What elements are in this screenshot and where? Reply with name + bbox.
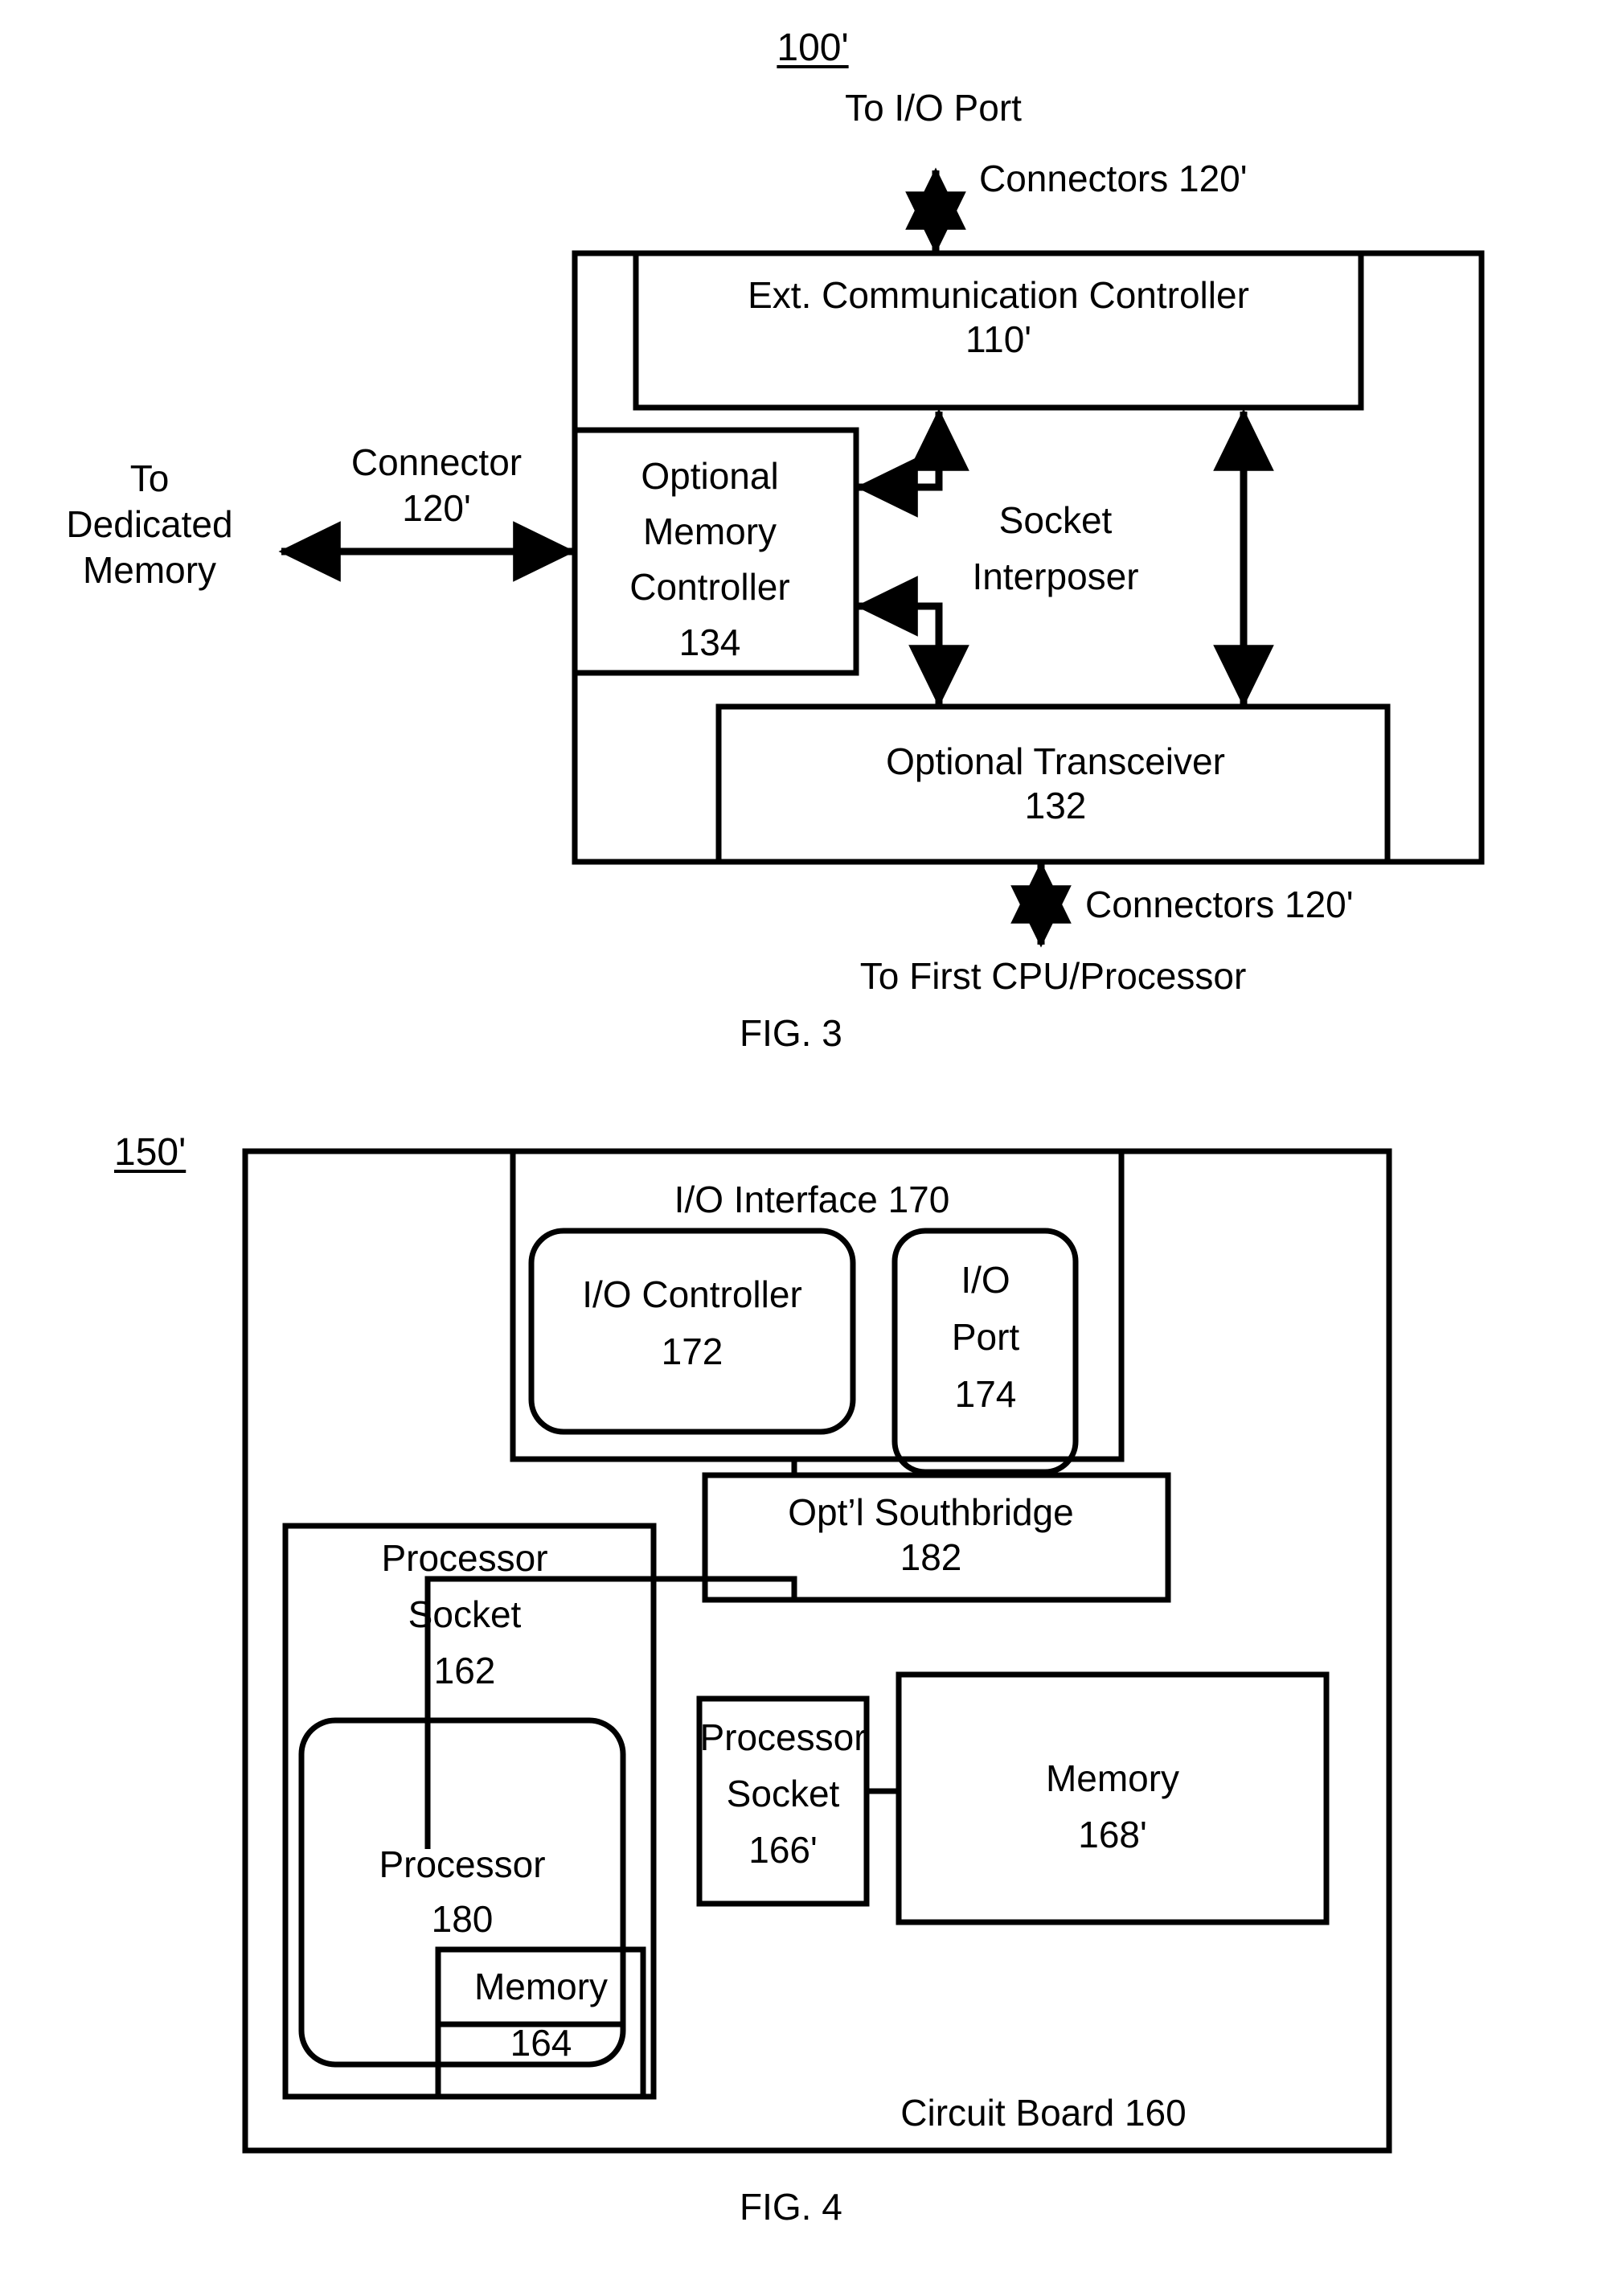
fig3-bottom-label: To First CPU/Processor: [859, 955, 1247, 997]
fig4-memory-164-label-line2: 164: [510, 2022, 572, 2064]
fig3-reference-numeral: 100': [777, 27, 849, 69]
fig4-southbridge-label-line2: 182: [900, 1536, 962, 1578]
fig4-io-port-label-line3: 174: [954, 1373, 1017, 1415]
fig4-memory-168-label-line2: 168': [1078, 1814, 1147, 1855]
fig4-southbridge-label-line1: Opt’l Southbridge: [788, 1491, 1074, 1533]
fig3-socket-interposer-label-line1: Socket: [998, 499, 1113, 541]
fig3-memory-controller-label-line4: 134: [678, 621, 741, 663]
fig4-processor-180-label-line2: 180: [431, 1898, 494, 1940]
fig4-caption: FIG. 4: [740, 2186, 842, 2228]
fig3-memory-controller-label-line1: Optional: [641, 455, 779, 497]
fig4-io-interface-label: I/O Interface 170: [674, 1179, 950, 1220]
diagram-vector-layer: [242, 167, 1485, 2154]
fig3-ext-comm-controller-label-line1: Ext. Communication Controller: [748, 274, 1249, 316]
fig3-transceiver-label-line2: 132: [1024, 785, 1087, 826]
fig4-io-controller-label-line1: I/O Controller: [582, 1273, 802, 1315]
fig3-memory-controller-label-line3: Controller: [629, 566, 790, 608]
fig4-processor-180-box: [298, 1717, 626, 2068]
fig4-reference-numeral: 150': [114, 1131, 186, 1174]
fig3-top-connector-label: Connectors 120': [979, 158, 1248, 199]
fig3-mc-to-ecc-arrow: [855, 408, 969, 518]
fig4-processor-socket-166-label-line1: Processor: [699, 1716, 867, 1758]
fig3-memory-controller-label-line2: Memory: [642, 510, 777, 552]
fig3-top-label: To I/O Port: [845, 87, 1022, 129]
fig3-left-connector-label-line2: 120': [402, 487, 471, 529]
figure-sheet: 100' To I/O Port Connectors 120' Ext. Co…: [0, 0, 1619, 2296]
fig3-left-label-line2: Dedicated: [66, 503, 233, 545]
fig4-io-controller-label-line2: 172: [661, 1330, 723, 1372]
fig4-processor-socket-162-label-line3: 162: [433, 1650, 496, 1691]
fig4-processor-socket-166-label-line3: 166': [748, 1829, 818, 1871]
fig3-left-connector-label-line1: Connector: [350, 441, 523, 483]
fig4-processor-socket-162-label-line2: Socket: [408, 1593, 522, 1635]
fig4-memory-168-label-line1: Memory: [1045, 1757, 1180, 1799]
fig3-transceiver-label-line1: Optional Transceiver: [886, 740, 1225, 782]
fig4-processor-180-label-line1: Processor: [379, 1843, 546, 1885]
fig3-caption: FIG. 3: [740, 1012, 842, 1054]
fig4-io-port-label-line1: I/O: [961, 1259, 1010, 1301]
fig4-processor-socket-166-label-line2: Socket: [726, 1773, 840, 1814]
fig4-processor-socket-162-label-line1: Processor: [381, 1537, 548, 1579]
fig4-memory-164-label-line1: Memory: [473, 1966, 609, 2007]
fig4-circuit-board-label: Circuit Board 160: [900, 2092, 1187, 2134]
fig4-io-port-label-line2: Port: [951, 1316, 1020, 1358]
fig3-left-label-line1: To: [129, 457, 170, 499]
fig3-mc-to-transceiver-arrow: [855, 576, 969, 707]
fig3-ext-comm-controller-label-line2: 110': [965, 318, 1032, 360]
fig3-left-label-line3: Memory: [82, 549, 217, 591]
fig4-circuit-board-box: [242, 1148, 1392, 2154]
fig3-socket-interposer-label-line2: Interposer: [972, 556, 1139, 597]
fig3-bottom-connector-label: Connectors 120': [1085, 884, 1354, 925]
